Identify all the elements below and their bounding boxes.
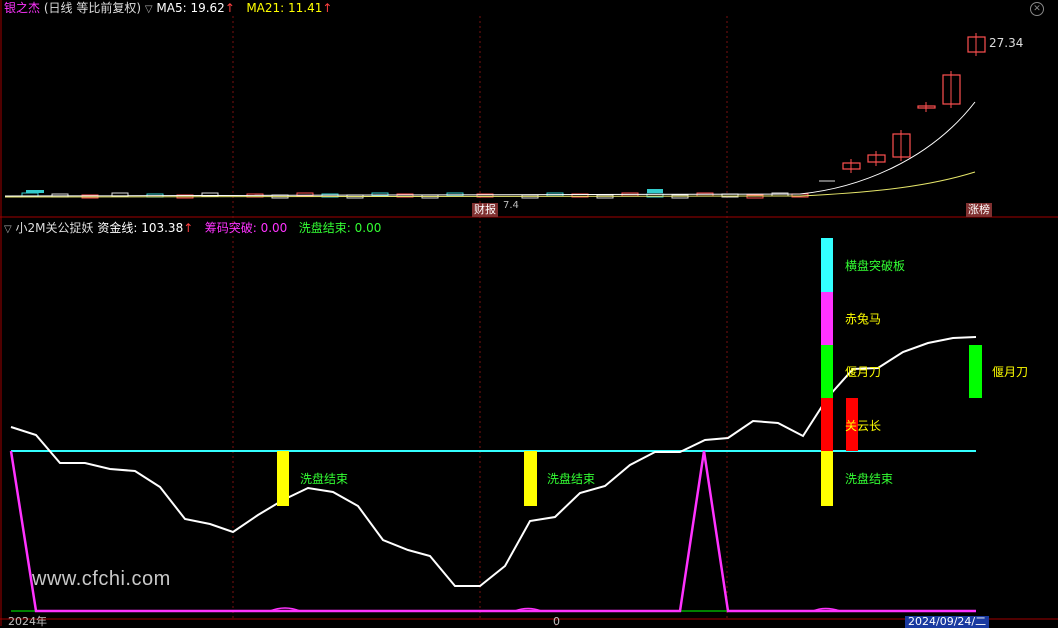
grid-lines bbox=[232, 16, 728, 626]
candles-group bbox=[21, 33, 986, 199]
xipan-label: 洗盘结束 bbox=[300, 472, 349, 486]
hengpan-label: 横盘突破板 bbox=[845, 259, 906, 273]
candle bbox=[647, 189, 663, 193]
collapse-icon[interactable]: ▽ bbox=[4, 224, 12, 235]
collapse-icon[interactable]: ▽ bbox=[145, 4, 153, 15]
ma21-line bbox=[4, 171, 976, 198]
chart-window[interactable]: 银之杰 (日线 等比前复权) ▽ MA5: 19.62↑ MA21: 11.41… bbox=[0, 0, 1058, 628]
xipan-label: 洗盘结束 bbox=[547, 472, 596, 486]
guanyunchang-bar bbox=[821, 398, 833, 451]
yanyuedao-label: 偃月刀 bbox=[845, 365, 882, 379]
indicator-header: ▽ 小2M关公捉妖 资金线: 103.38↑ 筹码突破: 0.00 洗盘结束: … bbox=[4, 220, 381, 238]
xipan-bar bbox=[277, 451, 289, 506]
chart-canvas[interactable] bbox=[0, 0, 1058, 626]
zero-label: 0 bbox=[553, 615, 560, 628]
up-arrow-icon: ↑ bbox=[183, 221, 194, 235]
choumatupo-label: 筹码突破: 0.00 bbox=[204, 221, 288, 235]
indicator-group bbox=[9, 238, 982, 613]
xipan-label: 洗盘结束 bbox=[845, 472, 894, 486]
xipan-bar bbox=[821, 451, 833, 506]
close-icon[interactable]: ✕ bbox=[1030, 2, 1044, 16]
ma5-line bbox=[4, 101, 976, 197]
yanyuedao-label: 偃月刀 bbox=[992, 365, 1029, 379]
date-label: 2024/09/24/二 bbox=[905, 616, 990, 628]
max-price-tag: 27.34 bbox=[989, 36, 1024, 50]
chart-mode[interactable]: (日线 等比前复权) bbox=[44, 1, 141, 15]
yanyuedao-bar bbox=[821, 345, 833, 398]
xipanjieshu-label: 洗盘结束: 0.00 bbox=[298, 221, 382, 235]
zijinxian-label: 资金线: 103.38 bbox=[97, 221, 184, 235]
indicator-name[interactable]: 小2M关公捉妖 bbox=[16, 221, 94, 235]
year-label: 2024年 bbox=[8, 615, 47, 628]
watermark: www.cfchi.com bbox=[32, 568, 171, 590]
top-header: 银之杰 (日线 等比前复权) ▽ MA5: 19.62↑ MA21: 11.41… bbox=[4, 0, 332, 18]
ma-lines-group bbox=[4, 101, 976, 198]
hengpan-bar bbox=[821, 238, 833, 292]
xipan-bar bbox=[524, 451, 537, 506]
ma21-label: MA21: 11.41 bbox=[246, 1, 323, 15]
chituma-label: 赤兔马 bbox=[845, 312, 882, 326]
candle bbox=[26, 190, 44, 193]
yanyuedao-bar bbox=[969, 345, 982, 398]
small-tag: 7.4 bbox=[503, 200, 519, 211]
caibao-tag[interactable]: 财报 bbox=[472, 203, 498, 217]
up-arrow-icon: ↑ bbox=[322, 1, 333, 15]
up-arrow-icon: ↑ bbox=[224, 1, 235, 15]
stock-title[interactable]: 银之杰 bbox=[4, 1, 40, 15]
ma5-label: MA5: 19.62 bbox=[156, 1, 225, 15]
guanyunchang-label: 关云长 bbox=[845, 419, 882, 433]
chituma-bar bbox=[821, 292, 833, 345]
zhangting-tag[interactable]: 涨榜 bbox=[966, 203, 992, 217]
